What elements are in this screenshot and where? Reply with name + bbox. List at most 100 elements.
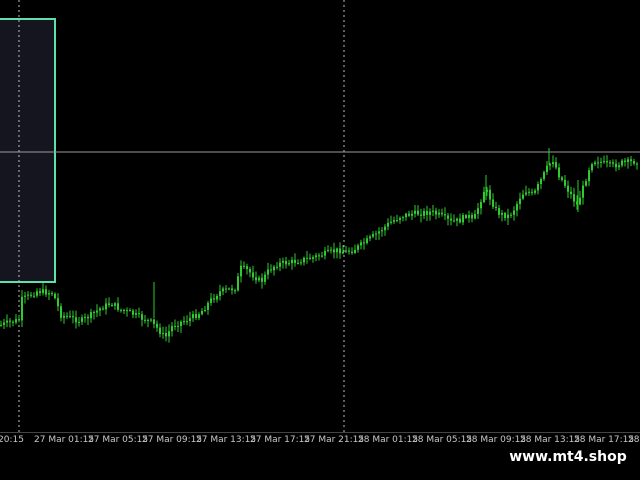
candle-body	[555, 162, 557, 168]
candle-body	[153, 319, 155, 324]
candle-body	[342, 251, 344, 254]
candle-body	[138, 313, 140, 315]
candle-body	[375, 233, 377, 235]
candle-body	[600, 161, 602, 163]
candle-body	[399, 217, 401, 221]
candle-body	[438, 212, 440, 215]
candle-body	[264, 274, 266, 282]
candle-body	[384, 226, 386, 231]
candle-body	[354, 249, 356, 253]
candle-body	[93, 312, 95, 314]
candle-body	[147, 319, 149, 321]
candle-body	[498, 208, 500, 215]
candle-body	[360, 242, 362, 246]
candle-body	[3, 322, 5, 325]
candle-body	[78, 321, 80, 323]
candle-body	[312, 257, 314, 259]
candle-body	[345, 250, 347, 252]
time-axis-tick-label: 27 Mar 21:15	[304, 435, 365, 445]
candle-body	[252, 272, 254, 278]
candle-body	[54, 293, 56, 299]
candle-body	[363, 242, 365, 244]
candle-body	[303, 257, 305, 263]
candle-body	[108, 303, 110, 305]
candle-body	[624, 160, 626, 162]
candle-body	[177, 325, 179, 327]
candle-body	[579, 197, 581, 205]
candle-body	[48, 293, 50, 295]
candle-body	[315, 255, 317, 258]
time-axis-tick-label: 27 Mar 09:15	[142, 435, 203, 445]
candle-body	[60, 306, 62, 318]
time-axis-tick-label: 27 Mar 01:15	[34, 435, 95, 445]
candle-body	[180, 321, 182, 327]
candle-body	[102, 308, 104, 310]
candle-body	[510, 214, 512, 216]
candle-body	[528, 191, 530, 193]
candle-body	[156, 323, 158, 328]
candle-body	[90, 312, 92, 319]
candle-body	[597, 162, 599, 164]
candle-body	[6, 320, 8, 323]
candle-body	[120, 309, 122, 311]
candle-body	[465, 215, 467, 218]
candle-body	[45, 289, 47, 295]
candle-body	[402, 217, 404, 219]
candle-body	[234, 290, 236, 292]
candle-body	[231, 288, 233, 291]
candle-body	[132, 310, 134, 315]
candle-body	[471, 215, 473, 219]
candle-body	[585, 181, 587, 186]
candle-body	[468, 215, 470, 218]
candle-body	[321, 255, 323, 257]
candle-body	[519, 198, 521, 205]
candle-body	[96, 310, 98, 313]
candle-body	[336, 248, 338, 253]
candle-body	[591, 164, 593, 171]
candle-body	[615, 163, 617, 168]
chart-area[interactable]	[0, 0, 640, 432]
candle-body	[414, 210, 416, 214]
candle-body	[573, 194, 575, 202]
candle-body	[15, 319, 17, 323]
candle-body	[330, 249, 332, 251]
candle-body	[99, 308, 101, 311]
candle-body	[165, 333, 167, 337]
candle-body	[183, 321, 185, 323]
candle-body	[324, 250, 326, 256]
candle-body	[387, 222, 389, 227]
candle-body	[255, 277, 257, 281]
candle-body	[627, 159, 629, 162]
candle-body	[459, 218, 461, 223]
candle-body	[516, 204, 518, 211]
candle-body	[81, 317, 83, 322]
candle-body	[318, 255, 320, 257]
candle-body	[357, 245, 359, 250]
time-axis-tick-label: 27 Mar 05:15	[88, 435, 149, 445]
candle-body	[210, 298, 212, 303]
candle-body	[0, 324, 2, 326]
candle-body	[405, 213, 407, 218]
candle-body	[213, 298, 215, 300]
candle-body	[450, 218, 452, 221]
candle-body	[369, 236, 371, 239]
candle-body	[279, 262, 281, 267]
candle-body	[36, 291, 38, 296]
candle-body	[144, 319, 146, 321]
candle-body	[57, 298, 59, 307]
candle-body	[327, 249, 329, 251]
candle-body	[489, 189, 491, 200]
candle-body	[423, 211, 425, 216]
candle-body	[75, 317, 77, 323]
candle-body	[561, 177, 563, 180]
time-axis-tick-label: 28 Mar 05:15	[412, 435, 473, 445]
candle-body	[618, 165, 620, 168]
price-chart[interactable]	[0, 0, 640, 432]
candle-body	[636, 163, 638, 165]
candle-body	[426, 211, 428, 215]
candle-body	[66, 315, 68, 317]
candle-body	[12, 321, 14, 323]
candle-body	[117, 303, 119, 310]
candle-body	[432, 210, 434, 212]
candle-body	[603, 161, 605, 163]
